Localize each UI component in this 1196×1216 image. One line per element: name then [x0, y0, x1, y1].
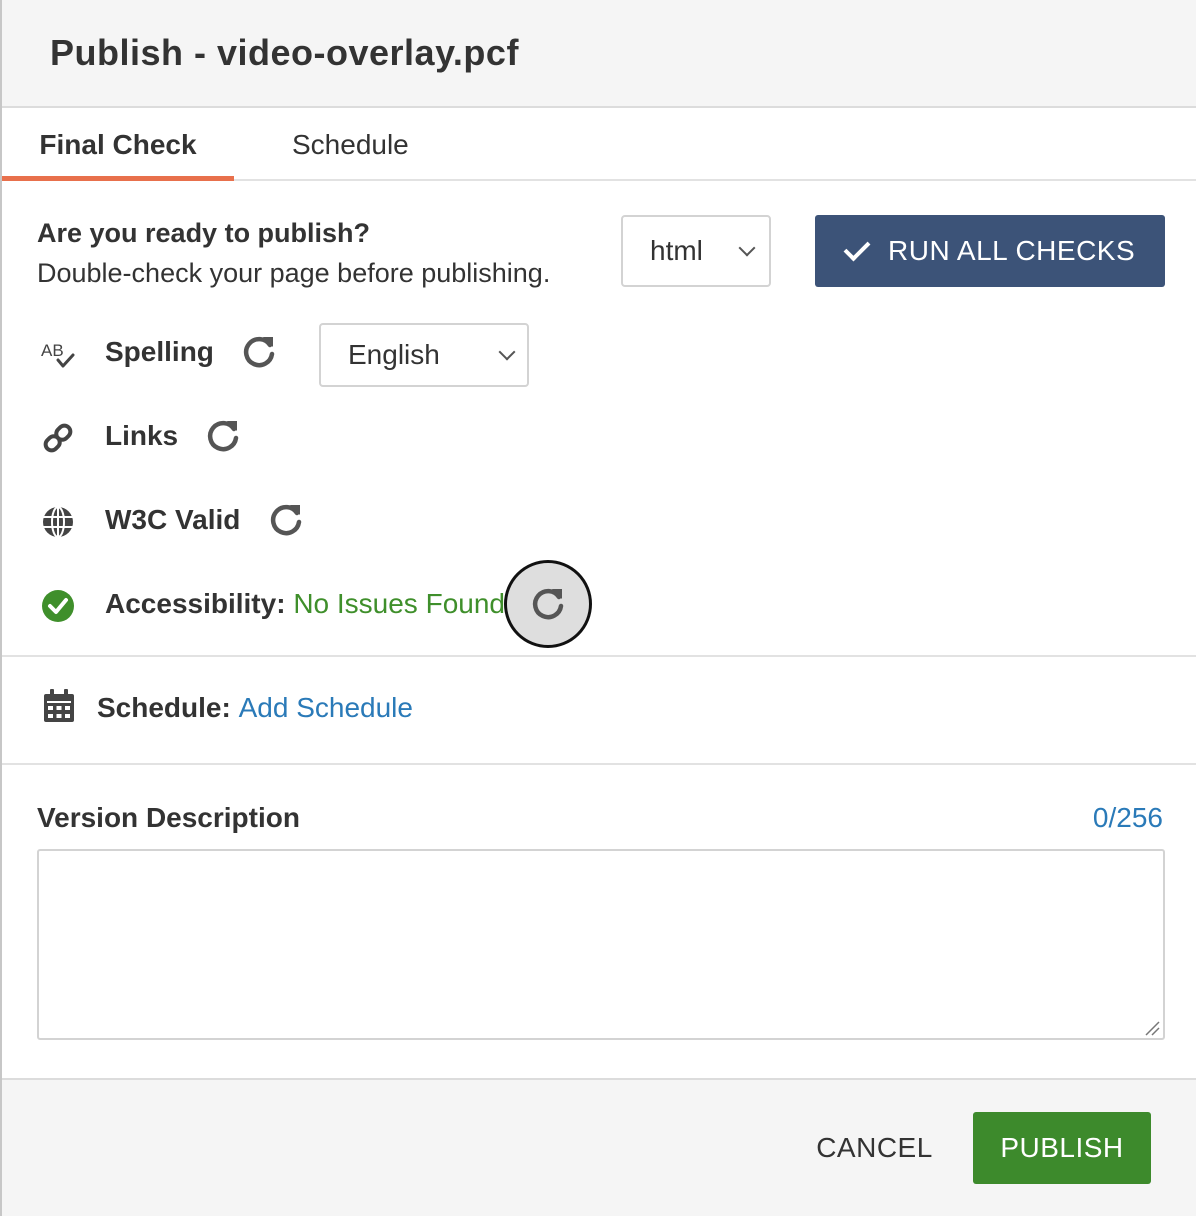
cancel-button[interactable]: CANCEL: [792, 1112, 957, 1184]
globe-icon: [43, 506, 73, 538]
schedule-row: Schedule: Add Schedule: [2, 680, 1196, 736]
schedule-label: Schedule: Add Schedule: [97, 692, 413, 723]
refresh-spelling-icon[interactable]: [239, 332, 279, 372]
run-all-checks-label: RUN ALL CHECKS: [888, 235, 1136, 266]
add-schedule-link[interactable]: Add Schedule: [239, 692, 413, 723]
spellcheck-icon: AB: [41, 341, 75, 368]
resize-handle-icon[interactable]: [1144, 1020, 1160, 1036]
dialog-title: Publish - video-overlay.pcf: [50, 32, 519, 73]
accessibility-label: Accessibility: No Issues Found: [105, 588, 505, 619]
check-row-links: Links: [2, 406, 1196, 466]
link-icon: [43, 423, 73, 453]
accessibility-status: No Issues Found: [293, 588, 505, 619]
check-row-spelling: AB Spelling: [2, 322, 1196, 382]
version-description-input[interactable]: [37, 849, 1165, 1040]
check-row-w3c: W3C Valid: [2, 490, 1196, 550]
ready-subheading: Double-check your page before publishing…: [37, 258, 551, 288]
format-select[interactable]: html: [621, 215, 771, 287]
spelling-label: Spelling: [105, 336, 214, 367]
refresh-w3c-icon[interactable]: [266, 500, 306, 540]
language-select-value: English: [348, 339, 440, 370]
checkmark-icon: [843, 234, 871, 262]
links-label: Links: [105, 420, 179, 451]
calendar-icon: [44, 689, 74, 722]
divider: [2, 763, 1196, 765]
version-description-label: Version Description: [37, 802, 300, 833]
dialog-header: Publish - video-overlay.pcf: [2, 0, 1196, 108]
dialog-footer: CANCEL PUBLISH: [2, 1078, 1196, 1216]
format-select-value: html: [650, 235, 703, 266]
refresh-accessibility-icon[interactable]: [528, 584, 568, 624]
chevron-down-icon: [498, 343, 516, 361]
publish-dialog: Publish - video-overlay.pcf Final Check …: [0, 0, 1196, 1216]
language-select[interactable]: English: [319, 323, 529, 387]
tab-schedule[interactable]: Schedule: [292, 108, 409, 179]
refresh-links-icon[interactable]: [203, 416, 243, 456]
svg-text:AB: AB: [41, 341, 64, 360]
tab-bar: Final Check Schedule: [2, 108, 1196, 181]
tab-final-check[interactable]: Final Check: [2, 108, 234, 181]
w3c-label: W3C Valid: [105, 504, 241, 535]
check-row-accessibility: Accessibility: No Issues Found: [2, 574, 1196, 634]
check-circle-icon: [42, 590, 74, 622]
refresh-accessibility-button[interactable]: [504, 560, 592, 648]
publish-button[interactable]: PUBLISH: [973, 1112, 1151, 1184]
divider: [2, 655, 1196, 657]
version-description-counter: 0/256: [1092, 802, 1163, 833]
chevron-down-icon: [738, 239, 756, 257]
run-all-checks-button[interactable]: RUN ALL CHECKS: [815, 215, 1165, 287]
ready-heading: Are you ready to publish?: [37, 218, 371, 248]
